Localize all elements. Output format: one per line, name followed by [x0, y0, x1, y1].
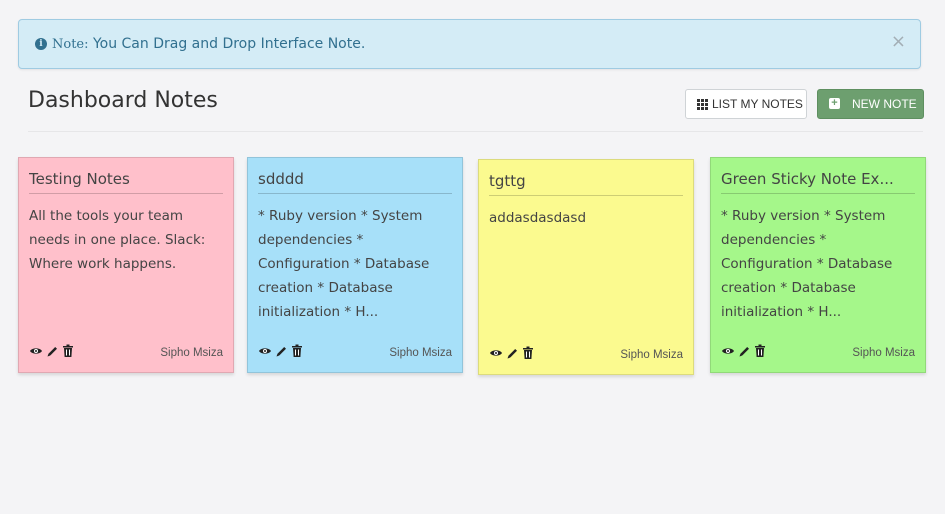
- note-body: All the tools your team needs in one pla…: [29, 208, 206, 272]
- note-actions: [489, 345, 534, 364]
- sticky-note[interactable]: Green Sticky Note Ex... * Ruby version *…: [710, 157, 926, 373]
- note-title: Green Sticky Note Ex...: [721, 170, 915, 194]
- trash-icon[interactable]: [754, 343, 766, 362]
- note-body: * Ruby version * System dependencies * C…: [721, 208, 893, 320]
- note-actions: [721, 343, 766, 362]
- pencil-icon[interactable]: [738, 343, 751, 362]
- note-title: sdddd: [258, 170, 452, 194]
- alert-prefix: Note:: [52, 37, 89, 52]
- divider: [28, 131, 923, 132]
- note-author: Sipho Msiza: [620, 349, 683, 361]
- note-author: Sipho Msiza: [852, 347, 915, 359]
- note-actions: [29, 343, 74, 362]
- pencil-icon[interactable]: [275, 343, 288, 362]
- note-body: * Ruby version * System dependencies * C…: [258, 208, 430, 320]
- sticky-note[interactable]: sdddd * Ruby version * System dependenci…: [247, 157, 463, 373]
- info-circle-icon: i: [35, 38, 47, 50]
- info-alert: i Note: You Can Drag and Drop Interface …: [18, 19, 921, 69]
- new-note-button[interactable]: + NEW NOTE: [817, 89, 924, 119]
- note-actions: [258, 343, 303, 362]
- note-body: addasdasdasd: [489, 210, 587, 226]
- eye-icon[interactable]: [489, 345, 503, 364]
- note-title: tgttg: [489, 172, 683, 196]
- pencil-icon[interactable]: [506, 345, 519, 364]
- note-title: Testing Notes: [29, 170, 223, 194]
- eye-icon[interactable]: [721, 343, 735, 362]
- eye-icon[interactable]: [29, 343, 43, 362]
- eye-icon[interactable]: [258, 343, 272, 362]
- alert-message: Note: You Can Drag and Drop Interface No…: [52, 36, 365, 52]
- trash-icon[interactable]: [62, 343, 74, 362]
- list-my-notes-button[interactable]: LIST MY NOTES: [685, 89, 807, 119]
- note-author: Sipho Msiza: [160, 347, 223, 359]
- pencil-icon[interactable]: [46, 343, 59, 362]
- alert-text: You Can Drag and Drop Interface Note.: [92, 36, 366, 52]
- sticky-note[interactable]: Testing Notes All the tools your team ne…: [18, 157, 234, 373]
- list-my-notes-label: LIST MY NOTES: [712, 97, 803, 111]
- close-icon[interactable]: ×: [891, 32, 906, 52]
- plus-square-icon: +: [829, 98, 840, 109]
- new-note-label: NEW NOTE: [852, 97, 917, 111]
- note-author: Sipho Msiza: [389, 347, 452, 359]
- trash-icon[interactable]: [522, 345, 534, 364]
- trash-icon[interactable]: [291, 343, 303, 362]
- sticky-note[interactable]: tgttg addasdasdasd Sipho Msiza: [478, 159, 694, 375]
- page-title: Dashboard Notes: [28, 88, 218, 113]
- grid-icon: [697, 99, 708, 110]
